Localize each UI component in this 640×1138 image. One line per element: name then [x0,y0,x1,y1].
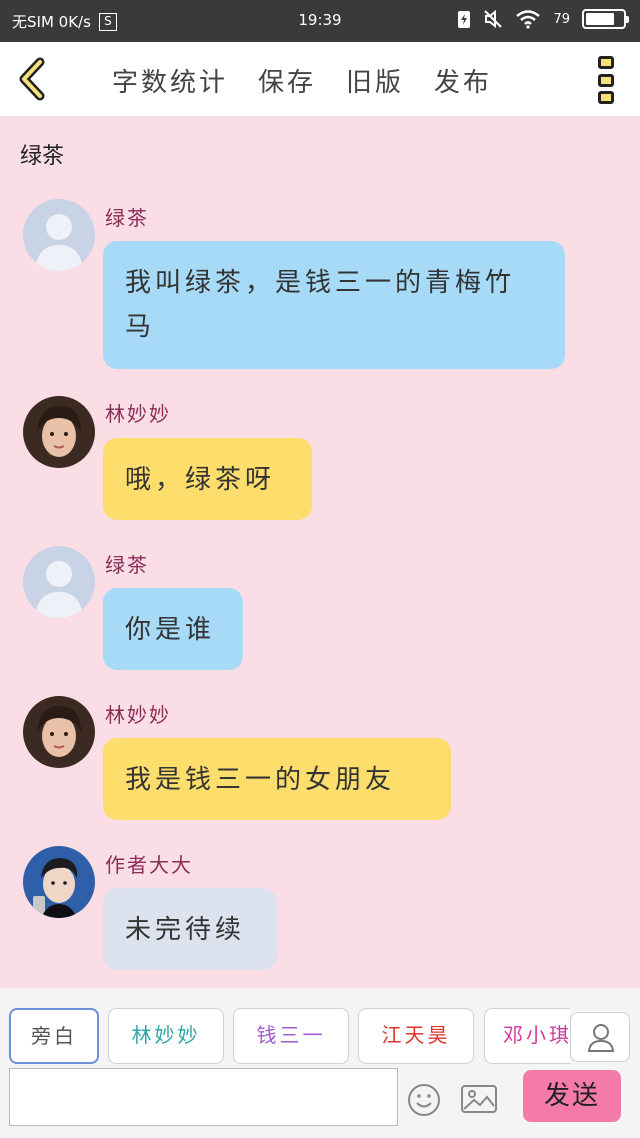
toolbar-actions: 字数统计 保存 旧版 发布 [112,62,492,99]
emoji-icon[interactable] [406,1082,442,1118]
charging-icon [458,11,471,28]
wifi-icon [516,10,541,29]
person-icon [587,1024,615,1052]
role-tab[interactable]: 邓小琪 [484,1008,570,1064]
send-button[interactable]: 发送 [523,1070,621,1122]
sender-name: 作者大大 [105,853,193,877]
role-tab[interactable]: 江天昊 [358,1008,474,1064]
photo-avatar-girl[interactable] [23,396,95,468]
message-bubble[interactable]: 我是钱三一的女朋友 [103,738,451,820]
role-label: 江天昊 [381,1023,451,1047]
status-icons: 79 [457,9,629,29]
message-input[interactable] [9,1068,398,1126]
back-icon[interactable] [14,56,54,102]
photo-avatar-boy[interactable] [23,846,95,918]
old-version-button[interactable]: 旧版 [346,62,404,99]
top-toolbar: 字数统计 保存 旧版 发布 [0,42,640,116]
message-bubble[interactable]: 你是谁 [103,588,243,670]
message-bubble[interactable]: 未完待续 [103,888,277,970]
role-tab[interactable]: 钱三一 [233,1008,349,1064]
role-label: 钱三一 [256,1023,326,1047]
message-bubble[interactable]: 我叫绿茶，是钱三一的青梅竹马 [103,241,565,369]
role-label: 林妙妙 [131,1023,201,1047]
photo-avatar-girl[interactable] [23,696,95,768]
save-button[interactable]: 保存 [258,62,316,99]
sender-name: 林妙妙 [105,703,171,727]
add-role-button[interactable] [570,1012,630,1062]
battery-icon [582,9,629,29]
word-count-button[interactable]: 字数统计 [112,62,228,99]
sender-name: 林妙妙 [105,402,171,426]
battery-fill [586,13,615,25]
default-avatar[interactable] [23,199,95,271]
sender-name: 绿茶 [105,206,149,230]
more-menu-icon[interactable] [598,56,616,104]
publish-button[interactable]: 发布 [434,62,492,99]
battery-percent: 79 [553,11,570,27]
role-selector: 旁白 林妙妙 钱三一 江天昊 邓小琪 [0,1008,570,1066]
message-bubble[interactable]: 哦，绿茶呀 [103,438,312,520]
mute-icon [484,9,503,29]
role-label: 邓小琪 [503,1023,570,1047]
composer-panel: 旁白 林妙妙 钱三一 江天昊 邓小琪 发送 [0,988,640,1138]
status-bar: 无SIM 0K/s S 19:39 79 [0,0,640,42]
role-label: 旁白 [31,1024,77,1048]
role-tab-narrator[interactable]: 旁白 [9,1008,99,1064]
default-avatar[interactable] [23,546,95,618]
image-icon[interactable] [460,1084,498,1114]
chat-title: 绿茶 [20,144,65,169]
role-tab[interactable]: 林妙妙 [108,1008,224,1064]
sender-name: 绿茶 [105,553,149,577]
